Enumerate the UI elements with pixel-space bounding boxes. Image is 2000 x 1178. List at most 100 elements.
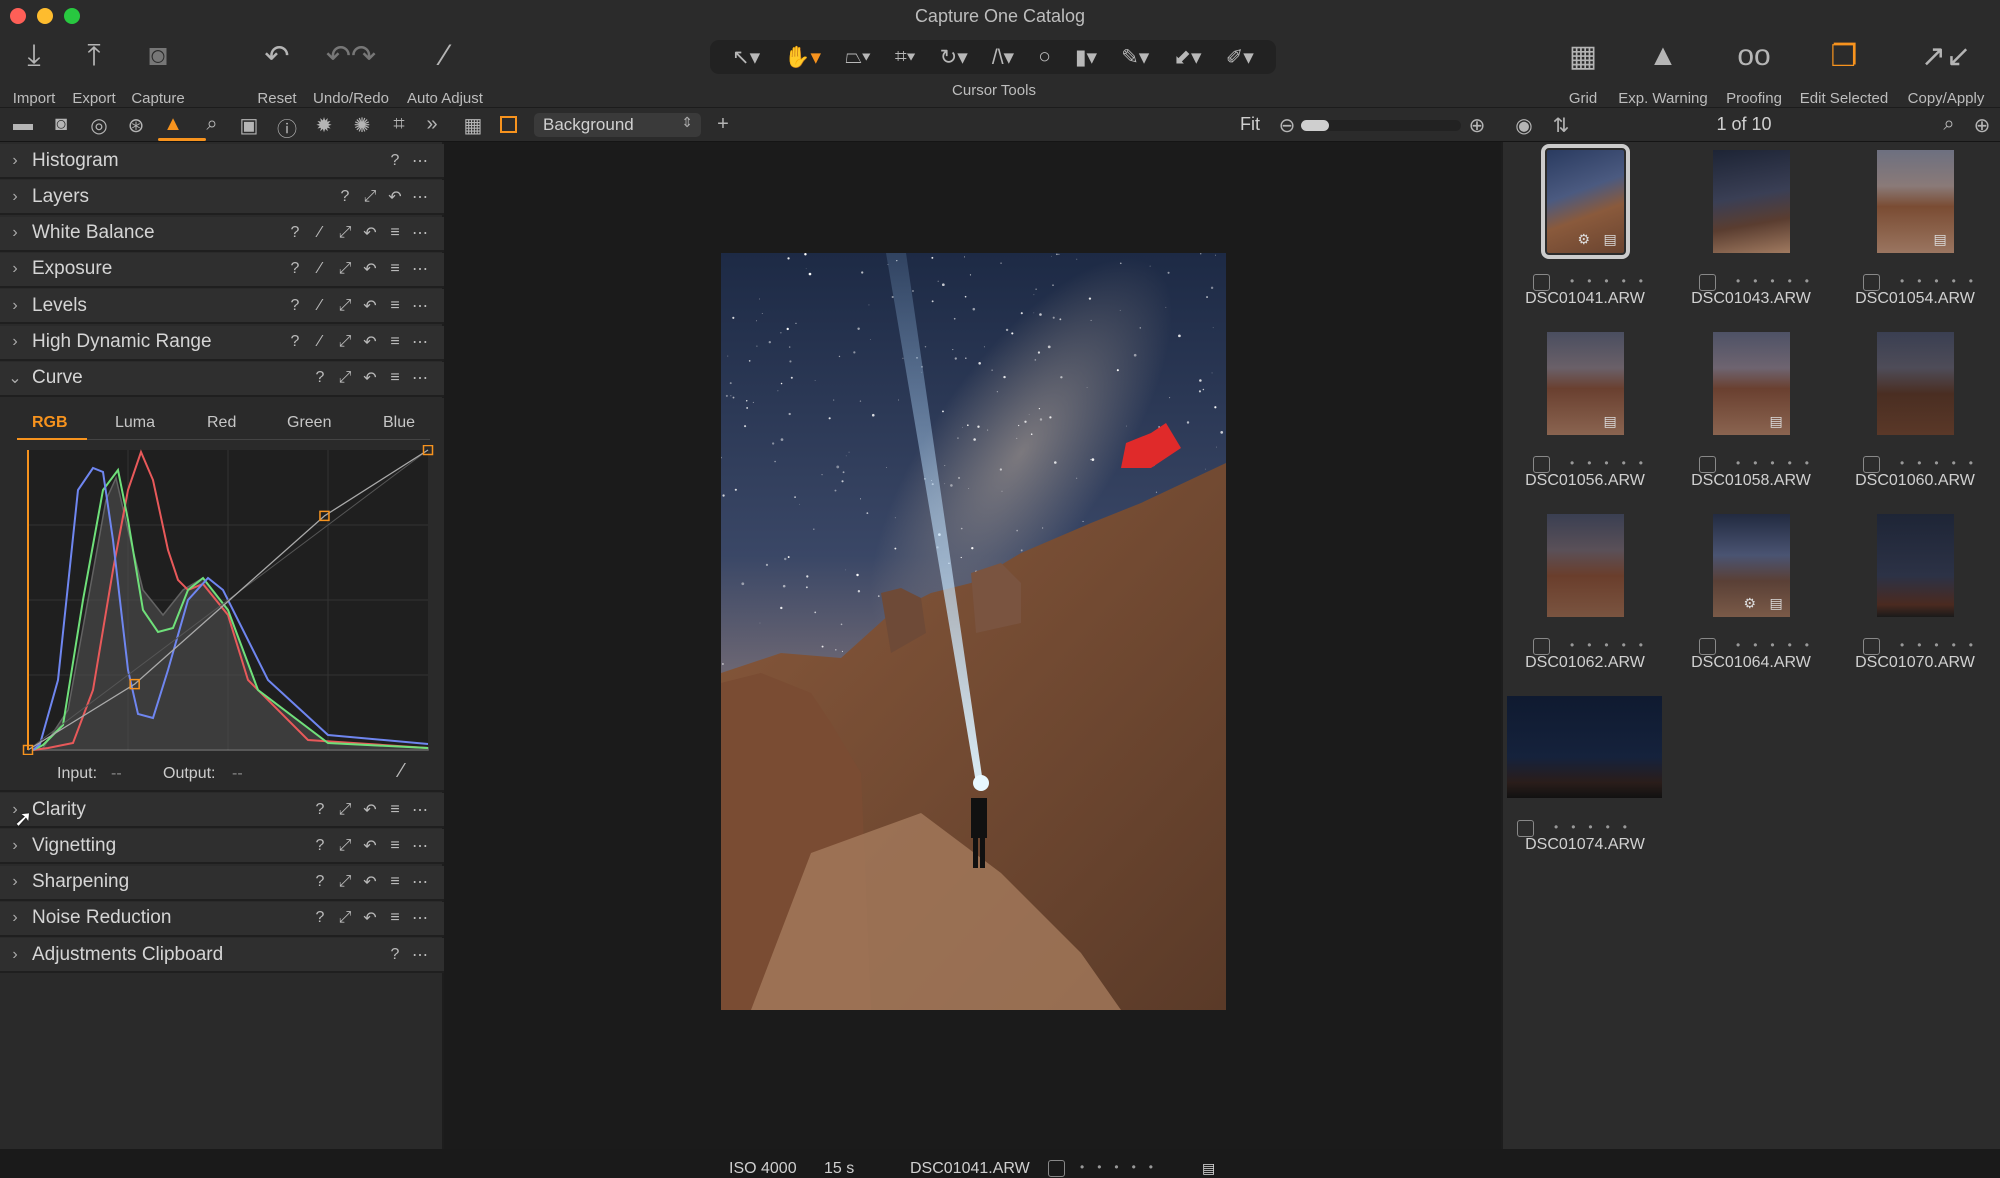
color-picker-icon[interactable]: ✎▾ xyxy=(1121,45,1149,70)
reset-icon[interactable]: ↶ xyxy=(358,223,382,243)
color-tag-checkbox[interactable] xyxy=(1863,456,1880,473)
tool-noise-reduction[interactable]: › Noise Reduction? ⤢ ↶ ≡ ⋯ xyxy=(0,901,444,937)
zoom-in-icon[interactable]: ⊕ xyxy=(1462,113,1492,138)
annotation-pen-icon[interactable]: ✐▾ xyxy=(1226,45,1254,70)
help-icon[interactable]: ? xyxy=(383,152,407,170)
keystone-icon[interactable]: ⏢▾ xyxy=(845,45,871,69)
tool-exposure[interactable]: › Exposure? ⁄ ⤢ ↶ ≡ ⋯ xyxy=(0,252,444,288)
auto-adjust-button[interactable]: ⁄ Auto Adjust xyxy=(395,34,495,107)
popout-icon[interactable]: ⤢ xyxy=(333,297,357,315)
color-tag-checkbox[interactable] xyxy=(1699,274,1716,291)
help-icon[interactable]: ? xyxy=(308,801,332,819)
help-icon[interactable]: ? xyxy=(308,873,332,891)
tool-adjustments-clipboard[interactable]: › Adjustments Clipboard? ⋯ xyxy=(0,938,444,974)
reset-icon[interactable]: ↶ xyxy=(358,872,382,892)
select-arrow-icon[interactable]: ↖▾ xyxy=(732,45,760,70)
color-tag-checkbox[interactable] xyxy=(1699,456,1716,473)
zoom-slider-thumb[interactable] xyxy=(1301,120,1329,131)
thumbnail-image[interactable] xyxy=(1876,514,1954,617)
thumbnail-image[interactable]: ▤ xyxy=(1712,332,1790,435)
tool-levels[interactable]: › Levels? ⁄ ⤢ ↶ ≡ ⋯ xyxy=(0,289,444,325)
reset-icon[interactable]: ↶ xyxy=(358,836,382,856)
star-rating[interactable]: ••••• xyxy=(1570,638,1656,652)
popout-icon[interactable]: ⤢ xyxy=(333,801,357,819)
copy-apply-button[interactable]: ↗↙ Copy/Apply xyxy=(1896,34,1996,108)
thumbnail-image[interactable]: ▤ xyxy=(1546,332,1624,435)
tool-high-dynamic-range[interactable]: › High Dynamic Range? ⁄ ⤢ ↶ ≡ ⋯ xyxy=(0,325,444,361)
zoom-slider[interactable] xyxy=(1301,120,1461,131)
tool-layers[interactable]: › Layers? ⤢ ↶ ⋯ xyxy=(0,180,444,216)
help-icon[interactable]: ? xyxy=(308,909,332,927)
more-icon[interactable]: ⋯ xyxy=(408,368,432,388)
reset-icon[interactable]: ↶ xyxy=(358,908,382,928)
reset-icon[interactable]: ↶ xyxy=(358,259,382,279)
hand-pan-icon[interactable]: ✋▾ xyxy=(784,45,821,70)
star-rating[interactable]: ••••• xyxy=(1736,274,1822,288)
proofing-button[interactable]: oo Proofing xyxy=(1704,34,1804,107)
curve-graph[interactable] xyxy=(18,445,438,755)
reset-icon[interactable]: ↶ xyxy=(383,187,407,207)
help-icon[interactable]: ? xyxy=(283,224,307,242)
chevron-right-icon[interactable]: › xyxy=(0,152,30,170)
gradient-mask-icon[interactable]: ▮▾ xyxy=(1075,45,1097,70)
more-icon[interactable]: ⋯ xyxy=(408,872,432,892)
tool-clarity[interactable]: › Clarity? ⤢ ↶ ≡ ⋯ xyxy=(0,793,444,828)
reset-icon[interactable]: ↶ xyxy=(358,332,382,352)
popout-icon[interactable]: ⤢ xyxy=(333,333,357,351)
thumbnail-image[interactable]: ▤ ⚙ xyxy=(1712,514,1790,617)
picker-icon[interactable]: ⁄ xyxy=(308,260,332,278)
apply-icon[interactable]: ⬋▾ xyxy=(1173,45,1201,70)
lens-icon[interactable]: ◎ xyxy=(84,113,114,138)
popout-icon[interactable]: ⤢ xyxy=(333,369,357,387)
adjustments-gear-icon[interactable]: ✹ xyxy=(309,113,339,138)
viewer-color-tag-checkbox[interactable] xyxy=(1048,1160,1065,1177)
help-icon[interactable]: ? xyxy=(283,333,307,351)
presets-icon[interactable]: ≡ xyxy=(383,837,407,855)
color-tag-checkbox[interactable] xyxy=(1533,274,1550,291)
multi-view-icon[interactable]: ▦ xyxy=(458,113,488,138)
metadata-icon[interactable]: ▣ xyxy=(234,113,264,138)
color-tag-checkbox[interactable] xyxy=(1533,638,1550,655)
thumbnail-image[interactable]: ▤ ⚙ xyxy=(1540,144,1630,259)
help-icon[interactable]: ? xyxy=(308,369,332,387)
more-icon[interactable]: ⋯ xyxy=(408,800,432,820)
zoom-fit-label[interactable]: Fit xyxy=(1240,114,1260,135)
popout-icon[interactable]: ⤢ xyxy=(333,260,357,278)
capture-button[interactable]: ◙ Capture xyxy=(108,34,208,107)
batch-gears-icon[interactable]: ✺ xyxy=(347,113,377,138)
help-icon[interactable]: ? xyxy=(283,260,307,278)
eye-icon[interactable]: ◉ xyxy=(1509,113,1539,138)
tool-white-balance[interactable]: › White Balance? ⁄ ⤢ ↶ ≡ ⋯ xyxy=(0,216,444,252)
tool-sharpening[interactable]: › Sharpening? ⤢ ↶ ≡ ⋯ xyxy=(0,865,444,901)
popout-icon[interactable]: ⤢ xyxy=(358,188,382,206)
chevron-right-icon[interactable]: › xyxy=(0,873,30,891)
presets-icon[interactable]: ≡ xyxy=(383,297,407,315)
single-view-icon[interactable] xyxy=(493,113,523,139)
folder-icon[interactable]: ▬ xyxy=(8,113,38,136)
chevron-right-icon[interactable]: › xyxy=(0,188,30,206)
presets-icon[interactable]: ≡ xyxy=(383,369,407,387)
star-rating[interactable]: ••••• xyxy=(1900,274,1986,288)
info-icon[interactable]: ⓘ xyxy=(272,113,302,142)
chevron-right-icon[interactable]: › xyxy=(0,297,30,315)
chevron-down-icon[interactable]: ⌄ xyxy=(0,368,30,388)
crop-icon[interactable]: ⌗▾ xyxy=(895,45,916,69)
chevron-right-icon[interactable]: › xyxy=(0,260,30,278)
edit-selected-button[interactable]: ❐ Edit Selected xyxy=(1794,34,1894,108)
curve-tab-red[interactable]: Red xyxy=(207,414,236,432)
chevron-right-icon[interactable]: › xyxy=(0,946,30,964)
zoom-out-icon[interactable]: ⊖ xyxy=(1272,113,1302,138)
chevron-right-icon[interactable]: › xyxy=(0,333,30,351)
circle-brush-icon[interactable]: ○ xyxy=(1038,45,1051,69)
popout-icon[interactable]: ⤢ xyxy=(333,873,357,891)
help-icon[interactable]: ? xyxy=(383,946,407,964)
star-rating[interactable]: ••••• xyxy=(1900,456,1986,470)
camera-icon[interactable]: ◙ xyxy=(46,113,76,136)
tool-histogram[interactable]: › Histogram? ⋯ xyxy=(0,144,444,179)
viewer-star-rating[interactable]: ••••• xyxy=(1080,1160,1166,1174)
more-icon[interactable]: ⋯ xyxy=(408,836,432,856)
help-icon[interactable]: ? xyxy=(333,188,357,206)
presets-icon[interactable]: ≡ xyxy=(383,333,407,351)
rotate-icon[interactable]: ↻▾ xyxy=(940,45,968,70)
curve-tab-green[interactable]: Green xyxy=(287,414,331,432)
